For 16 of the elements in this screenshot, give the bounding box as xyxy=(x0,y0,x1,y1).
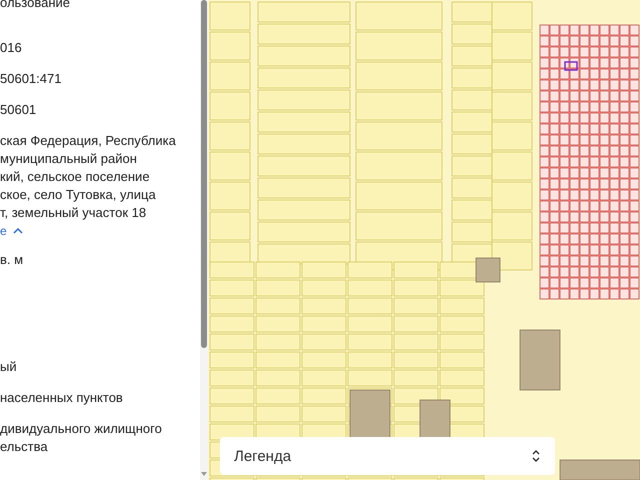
legend-select[interactable]: Легенда xyxy=(220,437,555,475)
info-text: 50601:471 xyxy=(0,70,62,88)
caret-up-icon[interactable] xyxy=(12,228,23,234)
scrollbar[interactable] xyxy=(200,0,208,480)
scroll-down-icon[interactable] xyxy=(201,472,207,476)
collapse-link[interactable]: е xyxy=(0,224,7,238)
info-text: ская Федерация, Республика муниципальный район кий, сельское поселение ское, село Тутовка, улица т, земельный участок 18 xyxy=(0,132,177,222)
info-text: дивидуального жилищного ельства xyxy=(0,420,163,456)
chevron-updown-icon xyxy=(531,449,541,463)
scrollbar-thumb[interactable] xyxy=(201,0,207,348)
info-text: ользование xyxy=(0,0,72,12)
info-text: ый xyxy=(0,358,18,376)
info-text: населенных пунктов xyxy=(0,389,124,407)
info-text: 50601 xyxy=(0,101,38,119)
info-text: 016 xyxy=(0,39,23,57)
info-text: в. м xyxy=(0,251,24,269)
